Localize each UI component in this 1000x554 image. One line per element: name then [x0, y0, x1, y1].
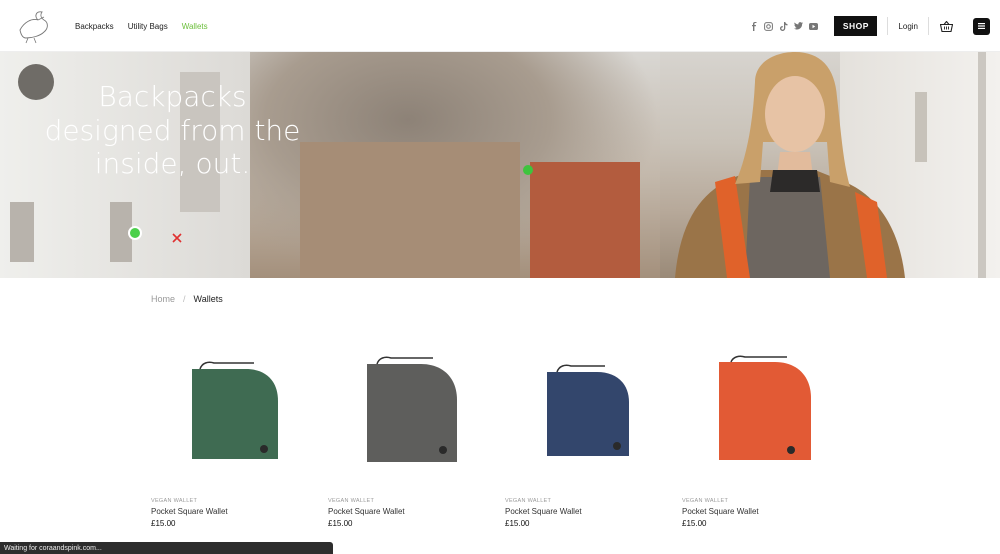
product-price: £15.00: [328, 519, 353, 528]
product-price: £15.00: [505, 519, 530, 528]
facebook-icon[interactable]: [749, 21, 758, 31]
product-card[interactable]: VEGAN WALLET Pocket Square Wallet £15.00: [151, 330, 328, 528]
product-name[interactable]: Pocket Square Wallet: [505, 507, 682, 516]
breadcrumb-separator: /: [183, 294, 186, 304]
green-dot-marker: [523, 165, 533, 175]
hero-title-line: designed from the: [44, 113, 301, 147]
hero-title-line: Backpacks: [98, 80, 247, 113]
youtube-icon[interactable]: [809, 22, 819, 31]
product-price: £15.00: [151, 519, 176, 528]
shop-button[interactable]: SHOP: [834, 16, 878, 36]
hero-title: Backpacks designed from the inside, out.: [20, 80, 325, 181]
social-links: [749, 21, 819, 31]
hero-background-house: [300, 142, 520, 278]
breadcrumb-current: Wallets: [193, 294, 223, 304]
product-price: £15.00: [682, 519, 707, 528]
bird-logo-icon: [19, 11, 48, 44]
product-category: VEGAN WALLET: [328, 498, 375, 504]
logo[interactable]: [14, 8, 54, 44]
login-link[interactable]: Login: [898, 22, 918, 31]
red-x-icon: [172, 230, 182, 243]
hamburger-icon: [978, 23, 985, 29]
wallet-shape: [718, 362, 811, 460]
product-image[interactable]: [505, 330, 670, 490]
breadcrumb-home[interactable]: Home: [151, 294, 175, 304]
instagram-icon[interactable]: [764, 21, 774, 31]
product-card[interactable]: VEGAN WALLET Pocket Square Wallet £15.00: [505, 330, 682, 528]
product-category: VEGAN WALLET: [505, 498, 552, 504]
hero-person-photo: [675, 52, 905, 278]
hero-background-brick-house: [530, 162, 640, 278]
green-dot-marker: [128, 226, 142, 240]
product-name[interactable]: Pocket Square Wallet: [328, 507, 505, 516]
menu-button[interactable]: [973, 17, 990, 35]
nav-wallets[interactable]: Wallets: [182, 22, 208, 31]
product-image[interactable]: [328, 330, 493, 490]
product-image[interactable]: [682, 330, 847, 490]
tiktok-icon[interactable]: [779, 21, 788, 31]
basket-icon[interactable]: [939, 19, 953, 33]
hero-banner: Backpacks designed from the inside, out.: [0, 52, 1000, 278]
product-card[interactable]: VEGAN WALLET Pocket Square Wallet £15.00: [328, 330, 505, 528]
product-name[interactable]: Pocket Square Wallet: [682, 507, 859, 516]
twitter-icon[interactable]: [794, 22, 804, 31]
nav-backpacks[interactable]: Backpacks: [75, 22, 114, 31]
product-category: VEGAN WALLET: [682, 498, 729, 504]
browser-status-bar: Waiting for coraandspink.com...: [0, 542, 333, 554]
header-divider: [928, 17, 929, 35]
nav-utility-bags[interactable]: Utility Bags: [128, 22, 168, 31]
site-header: Backpacks Utility Bags Wallets SHOP Logi…: [0, 0, 1000, 52]
product-name[interactable]: Pocket Square Wallet: [151, 507, 328, 516]
header-divider: [887, 17, 889, 35]
hero-title-line: inside, out.: [94, 147, 251, 181]
product-category: VEGAN WALLET: [151, 498, 198, 504]
main-nav: Backpacks Utility Bags Wallets: [75, 0, 208, 52]
product-card[interactable]: VEGAN WALLET Pocket Square Wallet £15.00: [682, 330, 859, 528]
breadcrumb: Home / Wallets: [151, 294, 223, 304]
product-image[interactable]: [151, 330, 316, 490]
product-grid: VEGAN WALLET Pocket Square Wallet £15.00…: [151, 330, 859, 528]
header-tools: SHOP Login: [749, 0, 990, 52]
